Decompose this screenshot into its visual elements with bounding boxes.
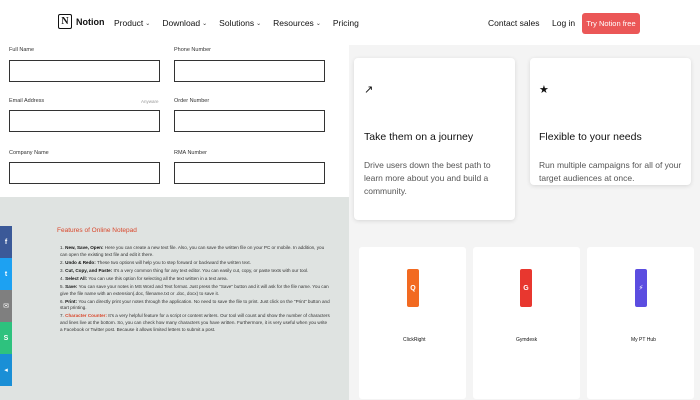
list-item: 1. New, Save, Open: Here you can create …	[60, 245, 330, 258]
item-head: Select All:	[65, 275, 88, 281]
menu-label: Download	[162, 18, 201, 28]
item-number: 1.	[60, 245, 64, 250]
login-link[interactable]: Log in	[552, 18, 575, 28]
tile-label: My PT Hub	[631, 337, 656, 343]
list-item: 4. Select All: You can use this option f…	[60, 276, 330, 283]
feature-card-flexible: ★ Flexible to your needs Run multiple ca…	[530, 58, 691, 185]
menu-pricing[interactable]: Pricing	[333, 18, 359, 28]
item-head: Character Counter:	[65, 313, 107, 319]
chevron-down-icon: ⌄	[145, 20, 151, 27]
customer-tile-clickright[interactable]: Q ClickRight	[359, 247, 466, 399]
menu-label: Product	[114, 18, 144, 28]
clickright-logo-icon: Q	[407, 269, 419, 307]
notion-logo-icon: N	[58, 14, 72, 29]
item-text: You can directly print your notes throug…	[60, 298, 330, 311]
item-text: You can save your notes in MS Word and T…	[60, 283, 329, 296]
sharethis-button[interactable]: S	[0, 322, 12, 354]
item-head: Undo & Redo:	[65, 259, 96, 265]
notepad-features-section: Features of Online Notepad 1. New, Save,…	[0, 197, 349, 400]
rma-label: RMA Number	[174, 150, 208, 156]
mypthub-logo-icon: ⚡	[635, 269, 647, 307]
contact-form: Full Name Phone Number Email Address Any…	[0, 45, 349, 197]
card-body: Drive users down the best path to learn …	[364, 160, 491, 196]
chevron-down-icon: ⌄	[202, 20, 208, 27]
order-label: Order Number	[174, 98, 210, 104]
share-icon: ◂	[4, 367, 8, 374]
list-item: 3. Cut, Copy, and Paste: It's a very com…	[60, 268, 330, 275]
arrow-trend-icon: ↗	[364, 84, 374, 96]
card-body: Run multiple campaigns for all of your t…	[539, 160, 682, 183]
menu-download[interactable]: Download ⌄	[162, 18, 207, 28]
item-number: 4.	[60, 275, 64, 281]
item-text: These two options will help you to step …	[96, 259, 251, 265]
item-number: 2.	[60, 259, 64, 265]
company-label: Company Name	[9, 150, 49, 156]
phone-label: Phone Number	[174, 47, 211, 53]
features-list: 1. New, Save, Open: Here you can create …	[60, 245, 330, 335]
menu-label: Solutions	[219, 18, 255, 28]
tile-label: ClickRight	[403, 337, 426, 343]
email-icon: ✉	[3, 303, 9, 310]
try-notion-free-button[interactable]: Try Notion free	[582, 13, 640, 34]
twitter-share-button[interactable]: t	[0, 258, 12, 290]
item-number: 5.	[60, 283, 64, 289]
customer-tile-mypthub[interactable]: ⚡ My PT Hub	[587, 247, 694, 399]
rma-input[interactable]	[174, 162, 325, 184]
notion-marketing-panel: ↗ Take them on a journey Drive users dow…	[349, 45, 700, 400]
list-item: 7. Character Counter: It's a very helpfu…	[60, 313, 330, 333]
menu-solutions[interactable]: Solutions ⌄	[219, 18, 261, 28]
top-navbar: N Notion Product ⌄ Download ⌄ Solutions ⌄ R…	[0, 0, 700, 45]
customer-tile-gymdesk[interactable]: G Gymdesk	[473, 247, 580, 399]
chevron-down-icon: ⌄	[315, 20, 321, 27]
card-title: Flexible to your needs	[539, 131, 642, 143]
item-number: 7.	[60, 313, 64, 319]
item-number: 3.	[60, 267, 64, 273]
list-item: 2. Undo & Redo: These two options will h…	[60, 260, 330, 267]
item-head: Save:	[65, 283, 78, 289]
logo-text: Notion	[76, 16, 105, 27]
phone-input[interactable]	[174, 60, 325, 82]
menu-product[interactable]: Product ⌄	[114, 18, 150, 28]
main-menu: Product ⌄ Download ⌄ Solutions ⌄ Resources ⌄…	[114, 18, 359, 28]
card-title: Take them on a journey	[364, 131, 474, 143]
menu-resources[interactable]: Resources ⌄	[273, 18, 321, 28]
email-share-button[interactable]: ✉	[0, 290, 12, 322]
full-name-input[interactable]	[9, 60, 160, 82]
email-hint: Anyware	[141, 99, 159, 104]
menu-label: Pricing	[332, 18, 359, 28]
sharethis-icon: S	[3, 334, 9, 342]
facebook-icon: f	[4, 238, 8, 246]
facebook-share-button[interactable]: f	[0, 226, 12, 258]
chevron-down-icon: ⌄	[256, 20, 262, 27]
item-head: Cut, Copy, and Paste:	[65, 267, 113, 273]
company-input[interactable]	[9, 162, 160, 184]
item-text: You can use this option for selecting al…	[88, 275, 228, 281]
feature-card-journey: ↗ Take them on a journey Drive users dow…	[354, 58, 515, 220]
item-text: It's a very common thing for any text ed…	[113, 267, 309, 273]
full-name-label: Full Name	[9, 47, 35, 53]
gymdesk-logo-icon: G	[520, 269, 532, 307]
more-share-button[interactable]: ◂	[0, 354, 12, 386]
list-item: 5. Save: You can save your notes in MS W…	[60, 284, 330, 297]
twitter-icon: t	[4, 270, 8, 278]
star-icon: ★	[539, 84, 549, 96]
item-head: Print:	[65, 298, 78, 304]
email-input[interactable]	[9, 110, 160, 132]
notepad-title: Features of Online Notepad	[57, 227, 137, 234]
contact-sales-link[interactable]: Contact sales	[488, 18, 540, 28]
order-input[interactable]	[174, 110, 325, 132]
tile-label: Gymdesk	[516, 337, 538, 343]
menu-label: Resources	[273, 18, 314, 28]
list-item: 6. Print: You can directly print your no…	[60, 299, 330, 312]
item-number: 6.	[60, 298, 64, 304]
item-head: New, Save, Open:	[65, 245, 104, 250]
email-label: Email Address	[9, 98, 45, 104]
notion-logo[interactable]: N Notion	[58, 14, 105, 29]
